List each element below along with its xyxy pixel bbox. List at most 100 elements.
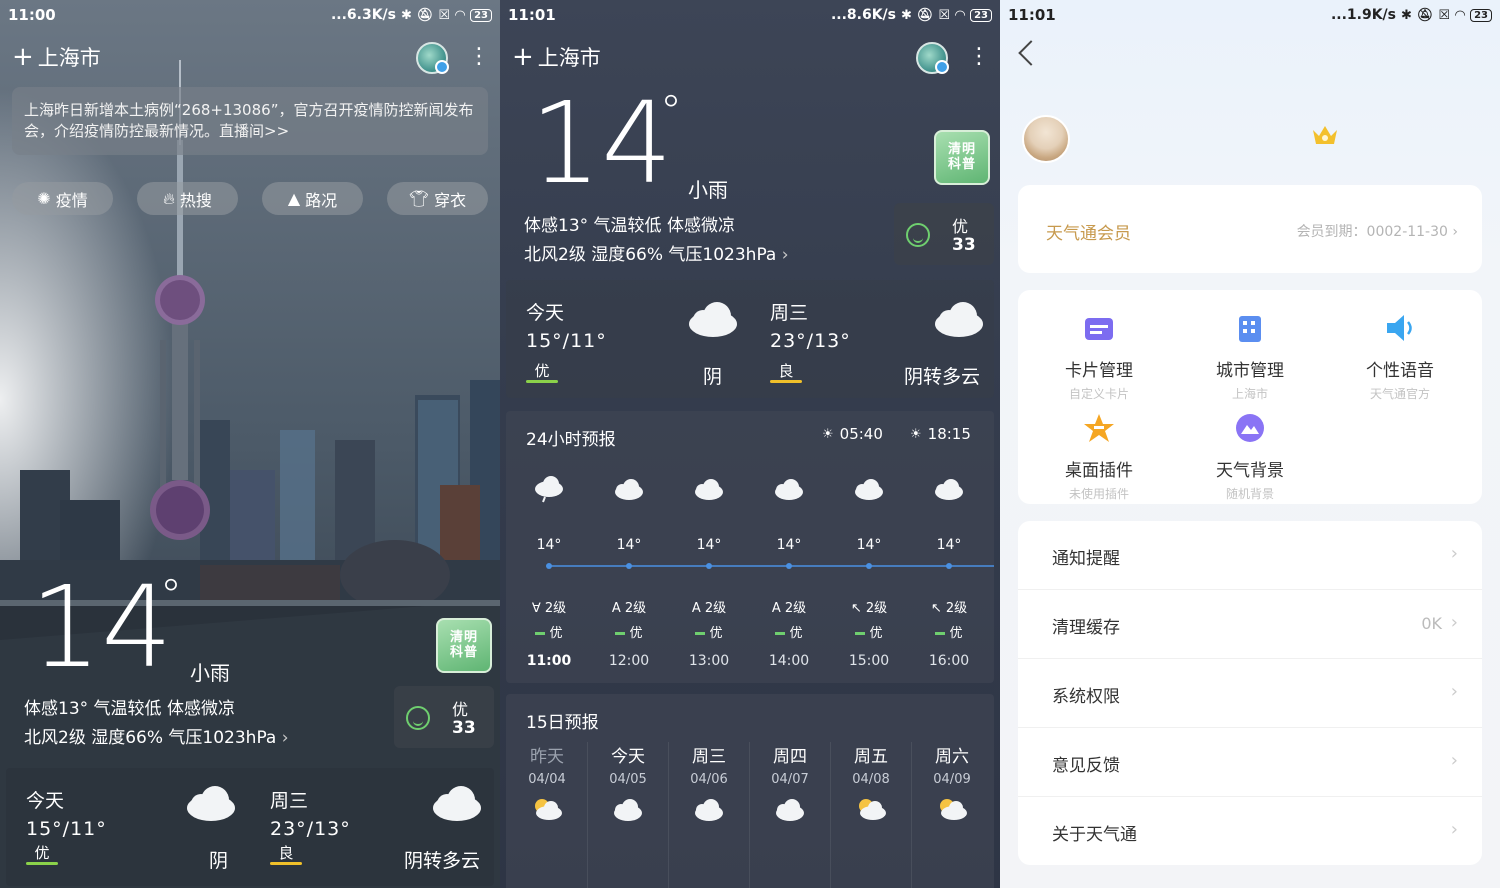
day-temps: 23°/13° bbox=[270, 818, 351, 840]
avatar[interactable] bbox=[416, 42, 449, 74]
daily-item[interactable]: 周四 04/07 bbox=[750, 742, 830, 827]
hour-aqi: 优 bbox=[829, 622, 909, 641]
crown-icon[interactable] bbox=[1311, 124, 1339, 146]
hour-wind: ∀ 2级 bbox=[509, 597, 589, 616]
forecast-today[interactable]: 今天 15°/11° 优 阴 bbox=[506, 280, 748, 398]
hour-aqi: 优 bbox=[509, 622, 589, 641]
weather-condition: 小雨 bbox=[688, 178, 728, 202]
menu-label: 系统权限 bbox=[1052, 687, 1120, 707]
aqi-dash bbox=[855, 632, 866, 635]
hour-wind: A 2级 bbox=[669, 597, 749, 616]
forecast-today[interactable]: 今天 15°/11° 优 阴 bbox=[6, 768, 248, 886]
pill-hot-search[interactable]: 🔥︎ 热搜 bbox=[137, 182, 238, 215]
tool-widget[interactable]: 桌面插件 未使用插件 bbox=[1024, 412, 1174, 502]
battery-icon: 23 bbox=[970, 8, 992, 22]
mute-icon: 🔕︎ bbox=[416, 7, 434, 23]
current-temperature: 14 bbox=[30, 563, 173, 693]
hourly-item: 14° A 2级优 13:00 bbox=[669, 411, 749, 683]
more-options-icon[interactable]: ⋮ bbox=[468, 44, 490, 70]
pill-traffic[interactable]: ▲ 路况 bbox=[262, 182, 363, 215]
menu-feedback[interactable]: 意见反馈 › bbox=[1018, 728, 1482, 797]
aqi-card[interactable]: 优 33 bbox=[894, 203, 994, 265]
aqi-level: 优 bbox=[952, 217, 969, 236]
tool-sub: 天气通官方 bbox=[1369, 387, 1430, 401]
daily-item[interactable]: 周三 04/06 bbox=[669, 742, 749, 827]
city-selector[interactable]: + 上海市 bbox=[12, 42, 101, 72]
battery-icon: 23 bbox=[1470, 8, 1492, 22]
aqi-value: 33 bbox=[952, 235, 976, 255]
hour-wind-level: 2级 bbox=[865, 601, 888, 616]
quality-bar bbox=[26, 862, 58, 865]
tool-background[interactable]: 天气背景 随机背景 bbox=[1175, 412, 1325, 502]
hour-wind-level: 2级 bbox=[945, 601, 968, 616]
avatar[interactable] bbox=[916, 42, 949, 74]
chevron-right-icon: › bbox=[1450, 750, 1458, 771]
more-options-icon[interactable]: ⋮ bbox=[968, 44, 990, 70]
status-bar: 11:01 ...1.9K/s ✱ 🔕︎ ☒ ◠ 23 bbox=[1000, 0, 1500, 30]
pill-clothing[interactable]: 👕︎ 穿衣 bbox=[387, 182, 488, 215]
user-avatar[interactable] bbox=[1022, 115, 1070, 163]
wind-direction-icon: ↖ bbox=[850, 601, 862, 616]
chevron-right-icon: › bbox=[1450, 681, 1458, 702]
chevron-right-icon: › bbox=[1450, 612, 1458, 633]
aqi-value: 33 bbox=[452, 718, 476, 738]
sim-off-icon: ☒ bbox=[1438, 7, 1451, 23]
day-name: 今天 bbox=[26, 790, 65, 812]
day-name: 周四 bbox=[773, 747, 807, 767]
hourly-item: 14° A 2级优 12:00 bbox=[589, 411, 669, 683]
daily-item[interactable]: 周五 04/08 bbox=[831, 742, 911, 827]
speaker-icon bbox=[1387, 315, 1412, 341]
cloud-icon bbox=[695, 479, 723, 500]
back-arrow-icon[interactable] bbox=[1018, 40, 1044, 66]
wind-direction-icon: ↖ bbox=[930, 601, 942, 616]
status-bar: 11:01 ...8.6K/s ✱ 🔕︎ ☒ ◠ 23 bbox=[500, 0, 1000, 30]
add-city-icon[interactable]: + bbox=[12, 44, 34, 70]
qingming-badge[interactable]: 清明 科普 bbox=[436, 618, 492, 673]
menu-clear-cache[interactable]: 清理缓存 0K › bbox=[1018, 590, 1482, 659]
menu-permissions[interactable]: 系统权限 › bbox=[1018, 659, 1482, 728]
vip-card[interactable]: 天气通会员 会员到期：0002-11-30 › bbox=[1018, 185, 1482, 273]
day-date: 04/09 bbox=[933, 772, 971, 787]
qingming-badge[interactable]: 清明 科普 bbox=[934, 130, 990, 185]
tool-voice[interactable]: 个性语音 天气通官方 bbox=[1325, 312, 1475, 402]
menu-label: 关于天气通 bbox=[1052, 825, 1137, 845]
day-weather: 阴转多云 bbox=[903, 366, 980, 388]
degree-symbol: ° bbox=[160, 570, 182, 621]
news-banner[interactable]: 上海昨日新增本土病例“268+13086”，官方召开疫情防控新闻发布会，介绍疫情… bbox=[12, 87, 488, 155]
hour-wind: A 2级 bbox=[749, 597, 829, 616]
tool-city-management[interactable]: 城市管理 上海市 bbox=[1175, 312, 1325, 402]
city-selector[interactable]: + 上海市 bbox=[512, 42, 601, 72]
daily-item[interactable]: 昨天 04/04 bbox=[507, 742, 587, 827]
battery-icon: 23 bbox=[470, 8, 492, 22]
day-quality: 优 bbox=[534, 362, 550, 380]
feel-text: 体感13° 气温较低 体感微凉 bbox=[24, 699, 235, 719]
forecast-wednesday[interactable]: 周三 23°/13° 良 阴转多云 bbox=[250, 768, 492, 886]
daily-item[interactable]: 今天 04/05 bbox=[588, 742, 668, 827]
hourly-item: 14° ↖ 2级优 16:00 bbox=[909, 411, 989, 683]
day-date: 04/08 bbox=[852, 772, 890, 787]
hour-temp: 14° bbox=[696, 537, 722, 553]
aqi-dash bbox=[775, 632, 786, 635]
wind-direction-icon: A bbox=[691, 601, 701, 616]
day-weather: 阴 bbox=[702, 366, 722, 388]
weather-details[interactable]: 北风2级 湿度66% 气压1023hPa › bbox=[524, 241, 789, 270]
virus-icon: ✺ bbox=[37, 189, 51, 208]
cloud-icon bbox=[187, 786, 235, 821]
menu-about[interactable]: 关于天气通 › bbox=[1018, 797, 1482, 866]
aqi-card[interactable]: 优 33 bbox=[394, 686, 494, 748]
tool-sub: 上海市 bbox=[1231, 387, 1268, 401]
day-name: 周六 bbox=[935, 747, 969, 767]
menu-notifications[interactable]: 通知提醒 › bbox=[1018, 521, 1482, 590]
tool-sub: 自定义卡片 bbox=[1068, 387, 1129, 401]
pill-epidemic[interactable]: ✺ 疫情 bbox=[12, 182, 113, 215]
tool-card-management[interactable]: 卡片管理 自定义卡片 bbox=[1024, 312, 1174, 402]
weather-detail-screen: 11:01 ...8.6K/s ✱ 🔕︎ ☒ ◠ 23 + 上海市 ⋮ 14 °… bbox=[500, 0, 1000, 888]
daily-item[interactable]: 周六 04/09 bbox=[912, 742, 992, 827]
forecast-wednesday[interactable]: 周三 23°/13° 良 阴转多云 bbox=[750, 280, 992, 398]
two-day-forecast: 今天 15°/11° 优 阴 周三 23°/13° 良 阴转多云 bbox=[506, 280, 994, 398]
weather-details[interactable]: 北风2级 湿度66% 气压1023hPa › bbox=[24, 724, 289, 753]
tool-name: 桌面插件 bbox=[1065, 461, 1133, 481]
hour-temp: 14° bbox=[776, 537, 802, 553]
aqi-face-icon bbox=[906, 223, 930, 247]
add-city-icon[interactable]: + bbox=[512, 44, 534, 70]
